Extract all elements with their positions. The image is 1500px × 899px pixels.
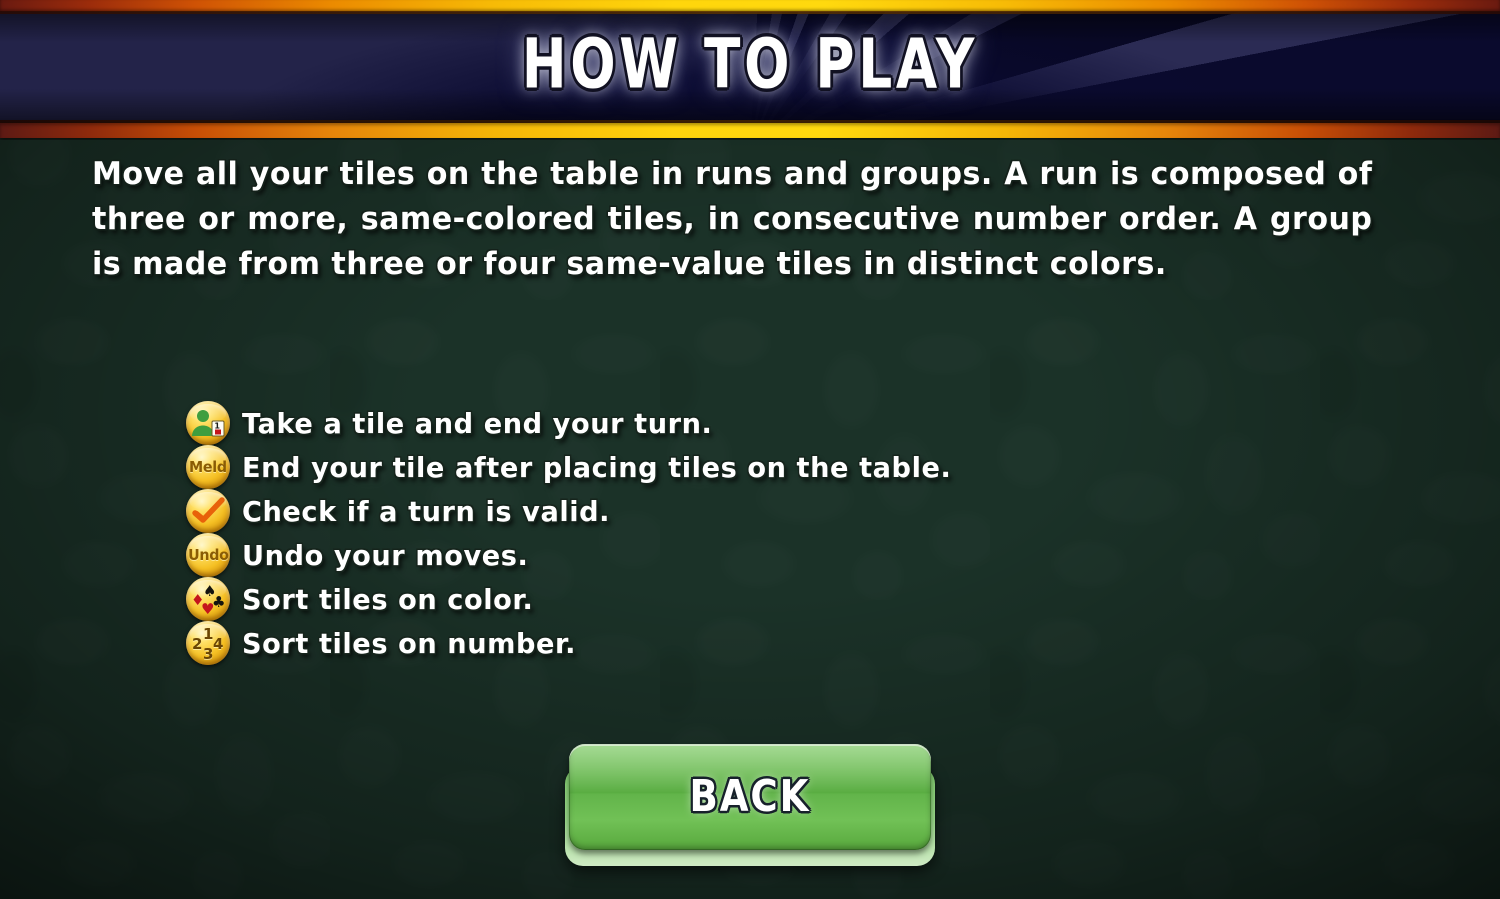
top-bar-edge-line xyxy=(0,11,1500,14)
list-item: Meld End your tile after placing tiles o… xyxy=(186,445,973,489)
instructions-paragraph: Move all your tiles on the table in runs… xyxy=(92,156,1373,282)
list-item: 1 2 4 3 Sort tiles on number. xyxy=(186,621,973,665)
svg-text:1: 1 xyxy=(214,422,220,431)
number-two: 2 xyxy=(192,635,203,653)
page-title: HOW TO PLAY xyxy=(521,23,979,105)
undo-icon: Undo xyxy=(186,533,230,577)
number-group: 1 2 4 3 xyxy=(188,623,228,663)
sort-by-number-icon: 1 2 4 3 xyxy=(186,621,230,665)
icon-legend-list: 1 Take a tile and end your turn. Meld En… xyxy=(186,401,973,665)
list-item-label: Sort tiles on number. xyxy=(242,626,577,660)
bottom-gradient-bar xyxy=(0,123,1500,138)
list-item-label: Sort tiles on color. xyxy=(242,582,534,616)
player-take-tile-icon: 1 xyxy=(186,401,230,445)
number-one: 1 xyxy=(203,625,214,643)
header-banner: HOW TO PLAY xyxy=(0,0,1500,140)
list-item: Undo Undo your moves. xyxy=(186,533,973,577)
number-four: 4 xyxy=(213,635,224,653)
list-item: ♠ ♦ ♣ ♥ Sort tiles on color. xyxy=(186,577,973,621)
heart-icon: ♥ xyxy=(201,600,215,618)
list-item-label: Check if a turn is valid. xyxy=(242,494,611,528)
list-item-label: Take a tile and end your turn. xyxy=(242,406,713,440)
back-button-label: BACK xyxy=(689,772,811,822)
meld-icon: Meld xyxy=(186,445,230,489)
back-button-container: BACK xyxy=(565,744,935,866)
undo-icon-label: Undo xyxy=(187,546,229,564)
sort-by-color-icon: ♠ ♦ ♣ ♥ xyxy=(186,577,230,621)
list-item: 1 Take a tile and end your turn. xyxy=(186,401,973,445)
list-item-label: Undo your moves. xyxy=(242,538,529,572)
meld-icon-label: Meld xyxy=(189,458,227,476)
check-valid-icon xyxy=(186,489,230,533)
back-button[interactable]: BACK xyxy=(569,744,931,850)
number-three: 3 xyxy=(203,645,214,663)
list-item-label: End your tile after placing tiles on the… xyxy=(242,450,952,484)
list-item: Check if a turn is valid. xyxy=(186,489,973,533)
card-suits-group: ♠ ♦ ♣ ♥ xyxy=(188,579,228,619)
